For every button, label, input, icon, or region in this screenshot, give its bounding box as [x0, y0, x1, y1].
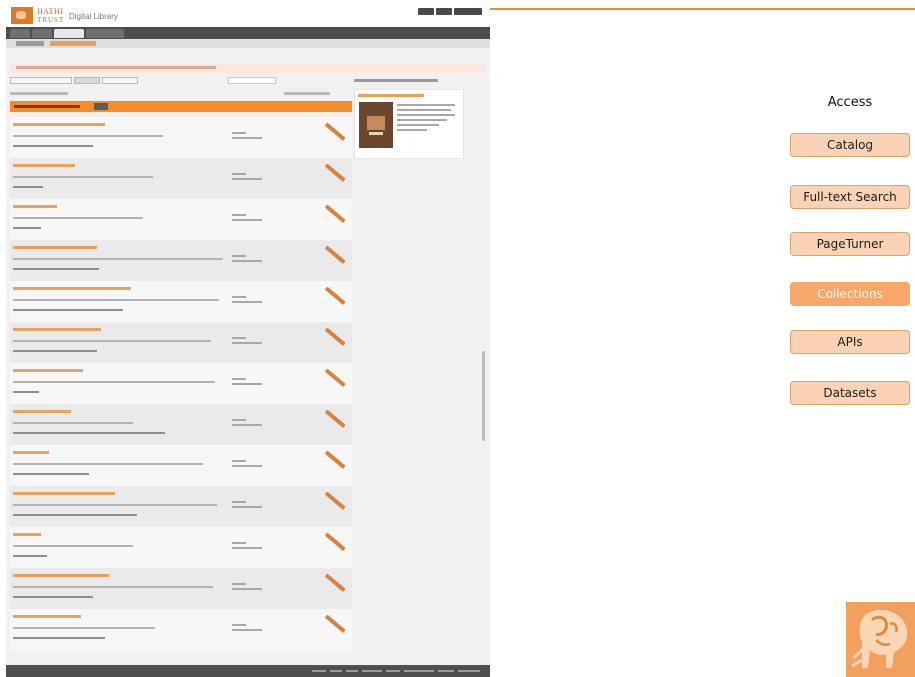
toolbar-button[interactable] [102, 77, 138, 84]
pencil-icon [324, 614, 346, 633]
collections-list [10, 117, 352, 650]
featured-collection-heading [354, 79, 438, 82]
featured-collection-image [359, 102, 393, 148]
list-item[interactable] [10, 199, 352, 240]
pencil-icon [324, 122, 346, 141]
pencil-icon [324, 368, 346, 387]
scrollbar-thumb[interactable] [482, 351, 485, 441]
list-item[interactable] [10, 117, 352, 158]
bar-button[interactable] [94, 103, 108, 110]
collection-search-input[interactable] [228, 77, 276, 84]
list-item[interactable] [10, 527, 352, 568]
datasets-button[interactable]: Datasets [790, 381, 910, 405]
list-item[interactable] [10, 445, 352, 486]
nav-tab[interactable] [10, 29, 30, 38]
list-item[interactable] [10, 281, 352, 322]
hathitrust-logo-icon [11, 7, 33, 24]
pencil-icon [324, 573, 346, 592]
pencil-icon [324, 204, 346, 223]
nav-tab[interactable] [86, 29, 124, 38]
nav-tab[interactable] [32, 29, 52, 38]
collections-screenshot: HATHI TRUST Digital Library [6, 5, 490, 677]
view-toolbar [10, 77, 140, 84]
list-item[interactable] [10, 486, 352, 527]
pencil-icon [324, 450, 346, 469]
featured-collection-card[interactable] [354, 89, 464, 159]
list-item[interactable] [10, 158, 352, 199]
list-item[interactable] [10, 404, 352, 445]
list-item[interactable] [10, 568, 352, 609]
brand-line-1: HATHI [37, 7, 64, 16]
list-item[interactable] [10, 240, 352, 281]
pencil-icon [324, 491, 346, 510]
header-link[interactable] [436, 8, 452, 15]
access-title: Access [827, 95, 873, 110]
sort-row [10, 91, 348, 96]
elephant-logo-icon [846, 602, 915, 677]
pageturner-button[interactable]: PageTurner [790, 232, 910, 256]
pencil-icon [324, 163, 346, 182]
list-item[interactable] [10, 322, 352, 363]
subnav-item[interactable] [16, 41, 44, 46]
full-text-search-button[interactable]: Full-text Search [790, 185, 910, 209]
apis-button[interactable]: APIs [790, 330, 910, 354]
pencil-icon [324, 245, 346, 264]
brand-line-2: TRUST [37, 16, 65, 24]
pencil-icon [324, 286, 346, 305]
screenshot-nav [6, 27, 490, 39]
pencil-icon [324, 327, 346, 346]
login-notice [10, 63, 486, 73]
list-item[interactable] [10, 363, 352, 404]
subnav-item[interactable] [50, 41, 96, 46]
nav-tab-collections[interactable] [54, 29, 84, 38]
login-link[interactable] [454, 8, 482, 15]
brand-subtitle: Digital Library [69, 12, 118, 21]
pencil-icon [324, 409, 346, 428]
screenshot-footer [6, 665, 490, 677]
catalog-button[interactable]: Catalog [790, 133, 910, 157]
pencil-icon [324, 532, 346, 551]
screenshot-header: HATHI TRUST Digital Library [6, 5, 490, 27]
collections-button[interactable]: Collections [790, 282, 910, 306]
list-item[interactable] [10, 609, 352, 650]
featured-collections-bar [10, 101, 352, 112]
header-link[interactable] [418, 8, 434, 15]
screenshot-subnav [6, 39, 490, 48]
toolbar-button[interactable] [10, 77, 72, 84]
toolbar-button[interactable] [74, 77, 100, 84]
top-divider [490, 8, 915, 10]
slide: HATHI TRUST Digital Library Access Catal… [0, 0, 915, 677]
